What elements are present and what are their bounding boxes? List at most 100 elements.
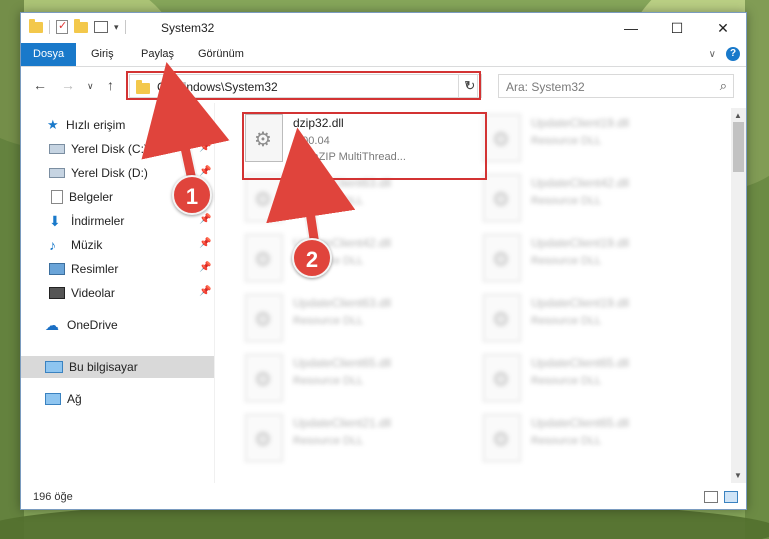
search-box[interactable]: Ara: System32 ⌕ <box>498 74 734 98</box>
pin-icon: 📌 <box>199 286 212 297</box>
pin-icon: 📌 <box>199 142 212 153</box>
forward-button[interactable]: → <box>61 77 75 93</box>
tab-view[interactable]: Görünüm <box>186 43 256 66</box>
file-description: Resource DLL <box>531 135 602 147</box>
file-name: UpdateClient19.dll <box>531 296 630 310</box>
dll-file-icon <box>245 294 283 342</box>
file-item[interactable]: UpdateClient19.dll Resource DLL <box>483 294 713 350</box>
tab-home[interactable]: Giriş <box>79 43 126 66</box>
dll-file-icon <box>245 234 283 282</box>
sidebar-item-label: OneDrive <box>67 318 118 332</box>
dll-file-icon <box>483 414 521 462</box>
file-item[interactable]: UpdateClient42.dll Resource DLL <box>483 174 713 230</box>
music-icon: ♪ <box>49 237 56 253</box>
sidebar-item-label: Yerel Disk (D:) <box>71 166 148 180</box>
sidebar-item-videos[interactable]: Videolar 📌 <box>21 282 214 304</box>
file-item[interactable]: UpdateClient19.dll Resource DLL <box>483 114 713 170</box>
close-button[interactable]: ✕ <box>700 13 746 43</box>
details-view-icon[interactable] <box>704 491 718 503</box>
toolbar-dropdown-icon[interactable]: ▾ <box>114 22 119 33</box>
sidebar-item-pictures[interactable]: Resimler 📌 <box>21 258 214 280</box>
file-item[interactable]: UpdateClient19.dll Resource DLL <box>483 234 713 290</box>
file-description: Resource DLL <box>293 195 364 207</box>
sidebar-item-label: Resimler <box>71 262 119 276</box>
sidebar-item-label: Hızlı erişim <box>66 118 126 132</box>
large-icons-view-icon[interactable] <box>724 491 738 503</box>
computer-icon <box>45 361 63 373</box>
dll-file-icon <box>483 234 521 282</box>
ribbon-tabs: Dosya Giriş Paylaş Görünüm ∨ ? <box>21 43 746 67</box>
sidebar-item-label: Yerel Disk (C:) <box>71 142 148 156</box>
sidebar-item-label: Videolar <box>71 286 115 300</box>
file-description: Resource DLL <box>531 435 602 447</box>
file-explorer-window: ▾ System32 — ☐ ✕ Dosya Giriş Paylaş Görü… <box>20 12 747 510</box>
file-item[interactable]: UpdateClient42.dll Resource DLL <box>245 234 475 290</box>
search-icon[interactable]: ⌕ <box>720 78 727 94</box>
sidebar-item-label: Ağ <box>67 392 82 406</box>
file-item[interactable]: UpdateClient65.dll Resource DLL <box>483 354 713 410</box>
properties-icon[interactable] <box>56 19 68 34</box>
sidebar-item-quick-access[interactable]: ★ Hızlı erişim <box>21 114 214 136</box>
folder-icon <box>29 18 43 33</box>
file-name: UpdateClient19.dll <box>531 116 630 130</box>
dll-file-icon <box>483 174 521 222</box>
file-item[interactable]: UpdateClient63.dll Resource DLL <box>245 294 475 350</box>
tab-share[interactable]: Paylaş <box>129 43 186 66</box>
disk-icon <box>49 144 65 154</box>
file-description: Resource DLL <box>531 195 602 207</box>
back-button[interactable]: ← <box>33 77 47 93</box>
navigation-bar: ← → ∨ ↑ C:\Windows\System32 ∨ ↻ Ara: Sys… <box>21 69 746 103</box>
tab-file[interactable]: Dosya <box>21 43 77 66</box>
file-name: UpdateClient21.dll <box>293 416 392 430</box>
sidebar-item-label: Bu bilgisayar <box>69 360 138 374</box>
ribbon-expand-icon[interactable]: ∨ <box>709 49 716 60</box>
recent-locations-button[interactable]: ∨ <box>87 81 94 92</box>
help-icon[interactable]: ? <box>726 47 740 61</box>
sidebar-item-this-pc[interactable]: Bu bilgisayar <box>21 356 214 378</box>
separator <box>124 20 126 34</box>
vertical-scrollbar[interactable]: ▲ ▼ <box>731 108 746 483</box>
file-item[interactable]: UpdateClient65.dll Resource DLL <box>245 354 475 410</box>
separator <box>49 20 50 34</box>
file-name: UpdateClient19.dll <box>531 236 630 250</box>
scroll-down-icon[interactable]: ▼ <box>734 471 742 480</box>
sidebar-item-music[interactable]: ♪ Müzik 📌 <box>21 234 214 256</box>
quick-access-toolbar-icon[interactable] <box>94 21 108 33</box>
sidebar-item-onedrive[interactable]: ☁ OneDrive <box>21 314 214 336</box>
sidebar-item-label: Müzik <box>71 238 103 252</box>
address-highlight-box <box>126 71 481 100</box>
window-title: System32 <box>161 21 215 35</box>
star-icon: ★ <box>47 117 59 132</box>
sidebar-item-network[interactable]: Ağ <box>21 388 214 410</box>
search-input[interactable]: Ara: System32 <box>506 80 585 94</box>
scroll-up-icon[interactable]: ▲ <box>734 111 742 120</box>
dll-file-icon <box>245 354 283 402</box>
file-name: UpdateClient65.dll <box>531 356 630 370</box>
file-description: Resource DLL <box>293 435 364 447</box>
videos-icon <box>49 287 65 299</box>
new-folder-icon[interactable] <box>74 18 88 33</box>
up-button[interactable]: ↑ <box>107 77 114 93</box>
file-item[interactable]: UpdateClient65.dll Resource DLL <box>483 414 713 470</box>
pin-icon: 📌 <box>199 238 212 249</box>
document-icon <box>51 190 63 204</box>
download-icon: ⬇ <box>49 212 61 229</box>
file-description: Resource DLL <box>293 315 364 327</box>
file-description: Resource DLL <box>531 375 602 387</box>
file-item[interactable]: UpdateClient21.dll Resource DLL <box>245 414 475 470</box>
item-count: 196 öğe <box>33 491 73 503</box>
cloud-icon: ☁ <box>45 316 59 333</box>
file-name: UpdateClient65.dll <box>293 356 392 370</box>
sidebar-item-disk-c[interactable]: Yerel Disk (C:) 📌 <box>21 138 214 160</box>
annotation-badge-2: 2 <box>292 238 332 278</box>
scrollbar-thumb[interactable] <box>733 122 744 172</box>
network-icon <box>45 393 61 405</box>
maximize-button[interactable]: ☐ <box>654 13 700 43</box>
minimize-button[interactable]: — <box>608 13 654 43</box>
file-name: UpdateClient63.dll <box>293 296 392 310</box>
dll-file-icon <box>483 114 521 162</box>
navigation-pane: ★ Hızlı erişim Yerel Disk (C:) 📌 Yerel D… <box>21 108 214 483</box>
title-bar: ▾ System32 — ☐ ✕ <box>21 13 746 43</box>
file-name: UpdateClient42.dll <box>531 176 630 190</box>
file-item[interactable]: UpdateClient63.dll Resource DLL <box>245 174 475 230</box>
